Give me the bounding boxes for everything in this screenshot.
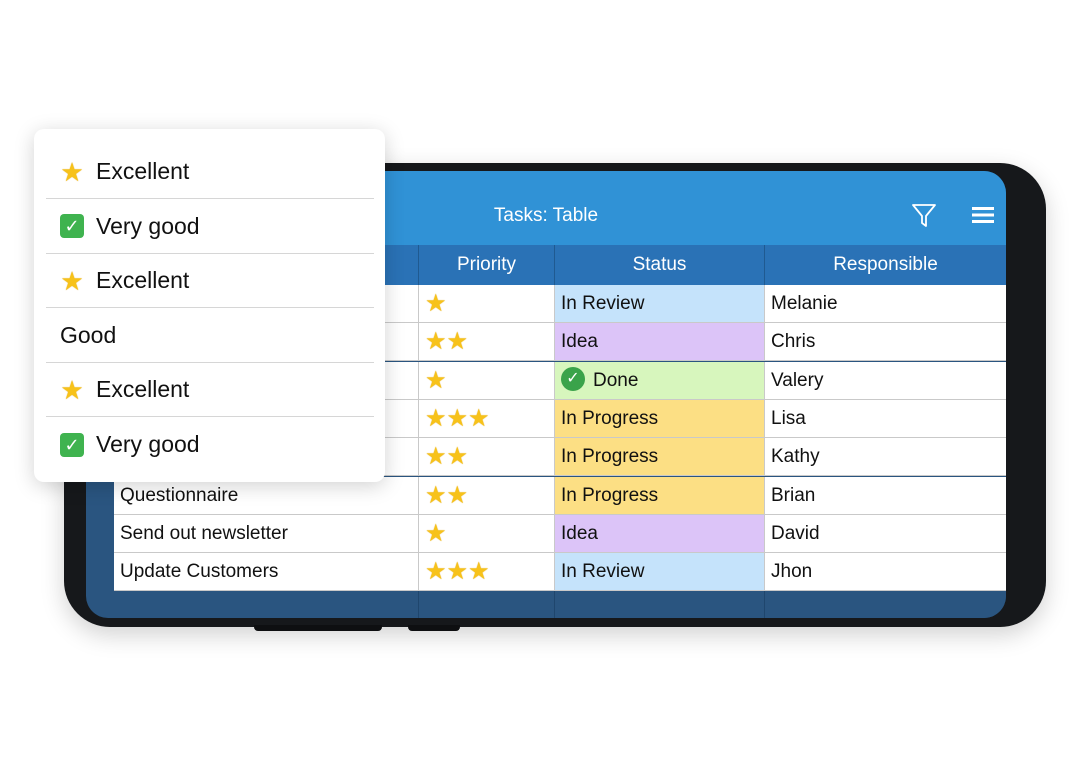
cell-responsible[interactable]: Chris — [764, 323, 1006, 361]
star-icon: ★ — [60, 374, 84, 405]
priority-stars-icon: ★★★ — [425, 558, 490, 586]
dropdown-option-label: Very good — [96, 212, 200, 239]
cell-responsible[interactable]: Jhon — [764, 553, 1006, 591]
cell-status[interactable]: In Review — [554, 553, 764, 591]
cell-responsible[interactable]: Brian — [764, 476, 1006, 514]
cell-status[interactable]: ✓ Done — [554, 361, 764, 399]
check-box-icon: ✓ — [60, 432, 84, 457]
status-label: In Progress — [561, 446, 659, 468]
priority-stars-icon: ★★ — [425, 481, 469, 509]
star-icon: ★ — [60, 265, 84, 296]
dropdown-option-label: Excellent — [96, 376, 190, 402]
check-box-icon: ✓ — [60, 214, 84, 238]
dropdown-option[interactable]: ★ Excellent — [46, 363, 374, 417]
cell-priority[interactable]: ★★★ — [418, 553, 554, 591]
status-label: Idea — [561, 331, 598, 353]
cell-responsible[interactable]: Lisa — [764, 399, 1006, 437]
dropdown-option[interactable]: ★ Excellent — [46, 254, 374, 308]
dropdown-option-label: Very good — [96, 431, 200, 457]
cell-task[interactable]: Send out newsletter — [114, 515, 418, 552]
cell-responsible[interactable]: Valery — [764, 361, 1006, 399]
status-label: In Review — [561, 293, 645, 314]
phone-side-button — [254, 625, 382, 631]
cell-status[interactable]: Idea — [554, 323, 764, 361]
menu-icon[interactable] — [972, 207, 994, 223]
column-header-responsible[interactable]: Responsible — [764, 245, 1006, 285]
cell-status[interactable]: Idea — [554, 514, 764, 552]
status-label: In Review — [561, 561, 645, 583]
check-circle-icon: ✓ — [561, 367, 585, 392]
cell-priority[interactable]: ★★ — [418, 476, 554, 514]
cell-priority[interactable]: ★ — [418, 514, 554, 552]
table-row[interactable]: Send out newsletter ★ Idea David — [114, 514, 1006, 553]
priority-stars-icon: ★★ — [425, 443, 469, 471]
column-divider — [418, 591, 419, 618]
priority-stars-icon: ★ — [425, 290, 447, 317]
rating-dropdown: ★ Excellent ✓ Very good ★ Excellent Good ★ Excel… — [34, 129, 385, 482]
priority-stars-icon: ★ — [425, 366, 447, 394]
table-row[interactable]: Update Customers ★★★ In Review Jhon — [114, 553, 1006, 592]
cell-responsible[interactable]: David — [764, 514, 1006, 552]
cell-priority[interactable]: ★ — [418, 285, 554, 322]
cell-status[interactable]: In Progress — [554, 476, 764, 514]
column-divider — [554, 591, 555, 618]
priority-stars-icon: ★★★ — [425, 404, 490, 432]
column-divider — [764, 591, 765, 618]
status-label: Done — [593, 369, 639, 391]
status-label: In Progress — [561, 407, 659, 429]
cell-responsible[interactable]: Melanie — [764, 285, 1006, 322]
dropdown-option-label: Excellent — [96, 158, 190, 184]
cell-priority[interactable]: ★★★ — [418, 399, 554, 437]
priority-stars-icon: ★★ — [425, 328, 469, 356]
column-header-status[interactable]: Status — [554, 245, 764, 285]
cell-status[interactable]: In Progress — [554, 399, 764, 437]
table-empty-row — [114, 591, 1006, 618]
filter-icon[interactable] — [910, 201, 938, 229]
priority-stars-icon: ★ — [425, 519, 447, 547]
cell-priority[interactable]: ★★ — [418, 323, 554, 361]
stage: Tasks: Table Priority Status Responsible — [0, 0, 1080, 760]
dropdown-option[interactable]: ★ Excellent — [46, 145, 374, 199]
status-label: In Progress — [561, 484, 659, 506]
cell-status[interactable]: In Review — [554, 285, 764, 322]
dropdown-option[interactable]: ✓ Very good — [46, 418, 374, 472]
cell-task[interactable]: Questionnaire — [114, 477, 418, 514]
phone-side-button — [408, 625, 460, 631]
dropdown-option[interactable]: ✓ Very good — [46, 200, 374, 254]
star-icon: ★ — [60, 156, 84, 187]
cell-priority[interactable]: ★ — [418, 361, 554, 399]
cell-priority[interactable]: ★★ — [418, 438, 554, 476]
cell-status[interactable]: In Progress — [554, 438, 764, 476]
dropdown-option[interactable]: Good — [46, 309, 374, 363]
column-header-priority[interactable]: Priority — [418, 245, 554, 285]
cell-responsible[interactable]: Kathy — [764, 438, 1006, 476]
status-label: Idea — [561, 522, 598, 544]
dropdown-option-label: Good — [60, 321, 117, 348]
table-row[interactable]: Questionnaire ★★ In Progress Brian — [114, 476, 1006, 515]
cell-task[interactable]: Update Customers — [114, 553, 418, 590]
dropdown-option-label: Excellent — [96, 267, 190, 293]
